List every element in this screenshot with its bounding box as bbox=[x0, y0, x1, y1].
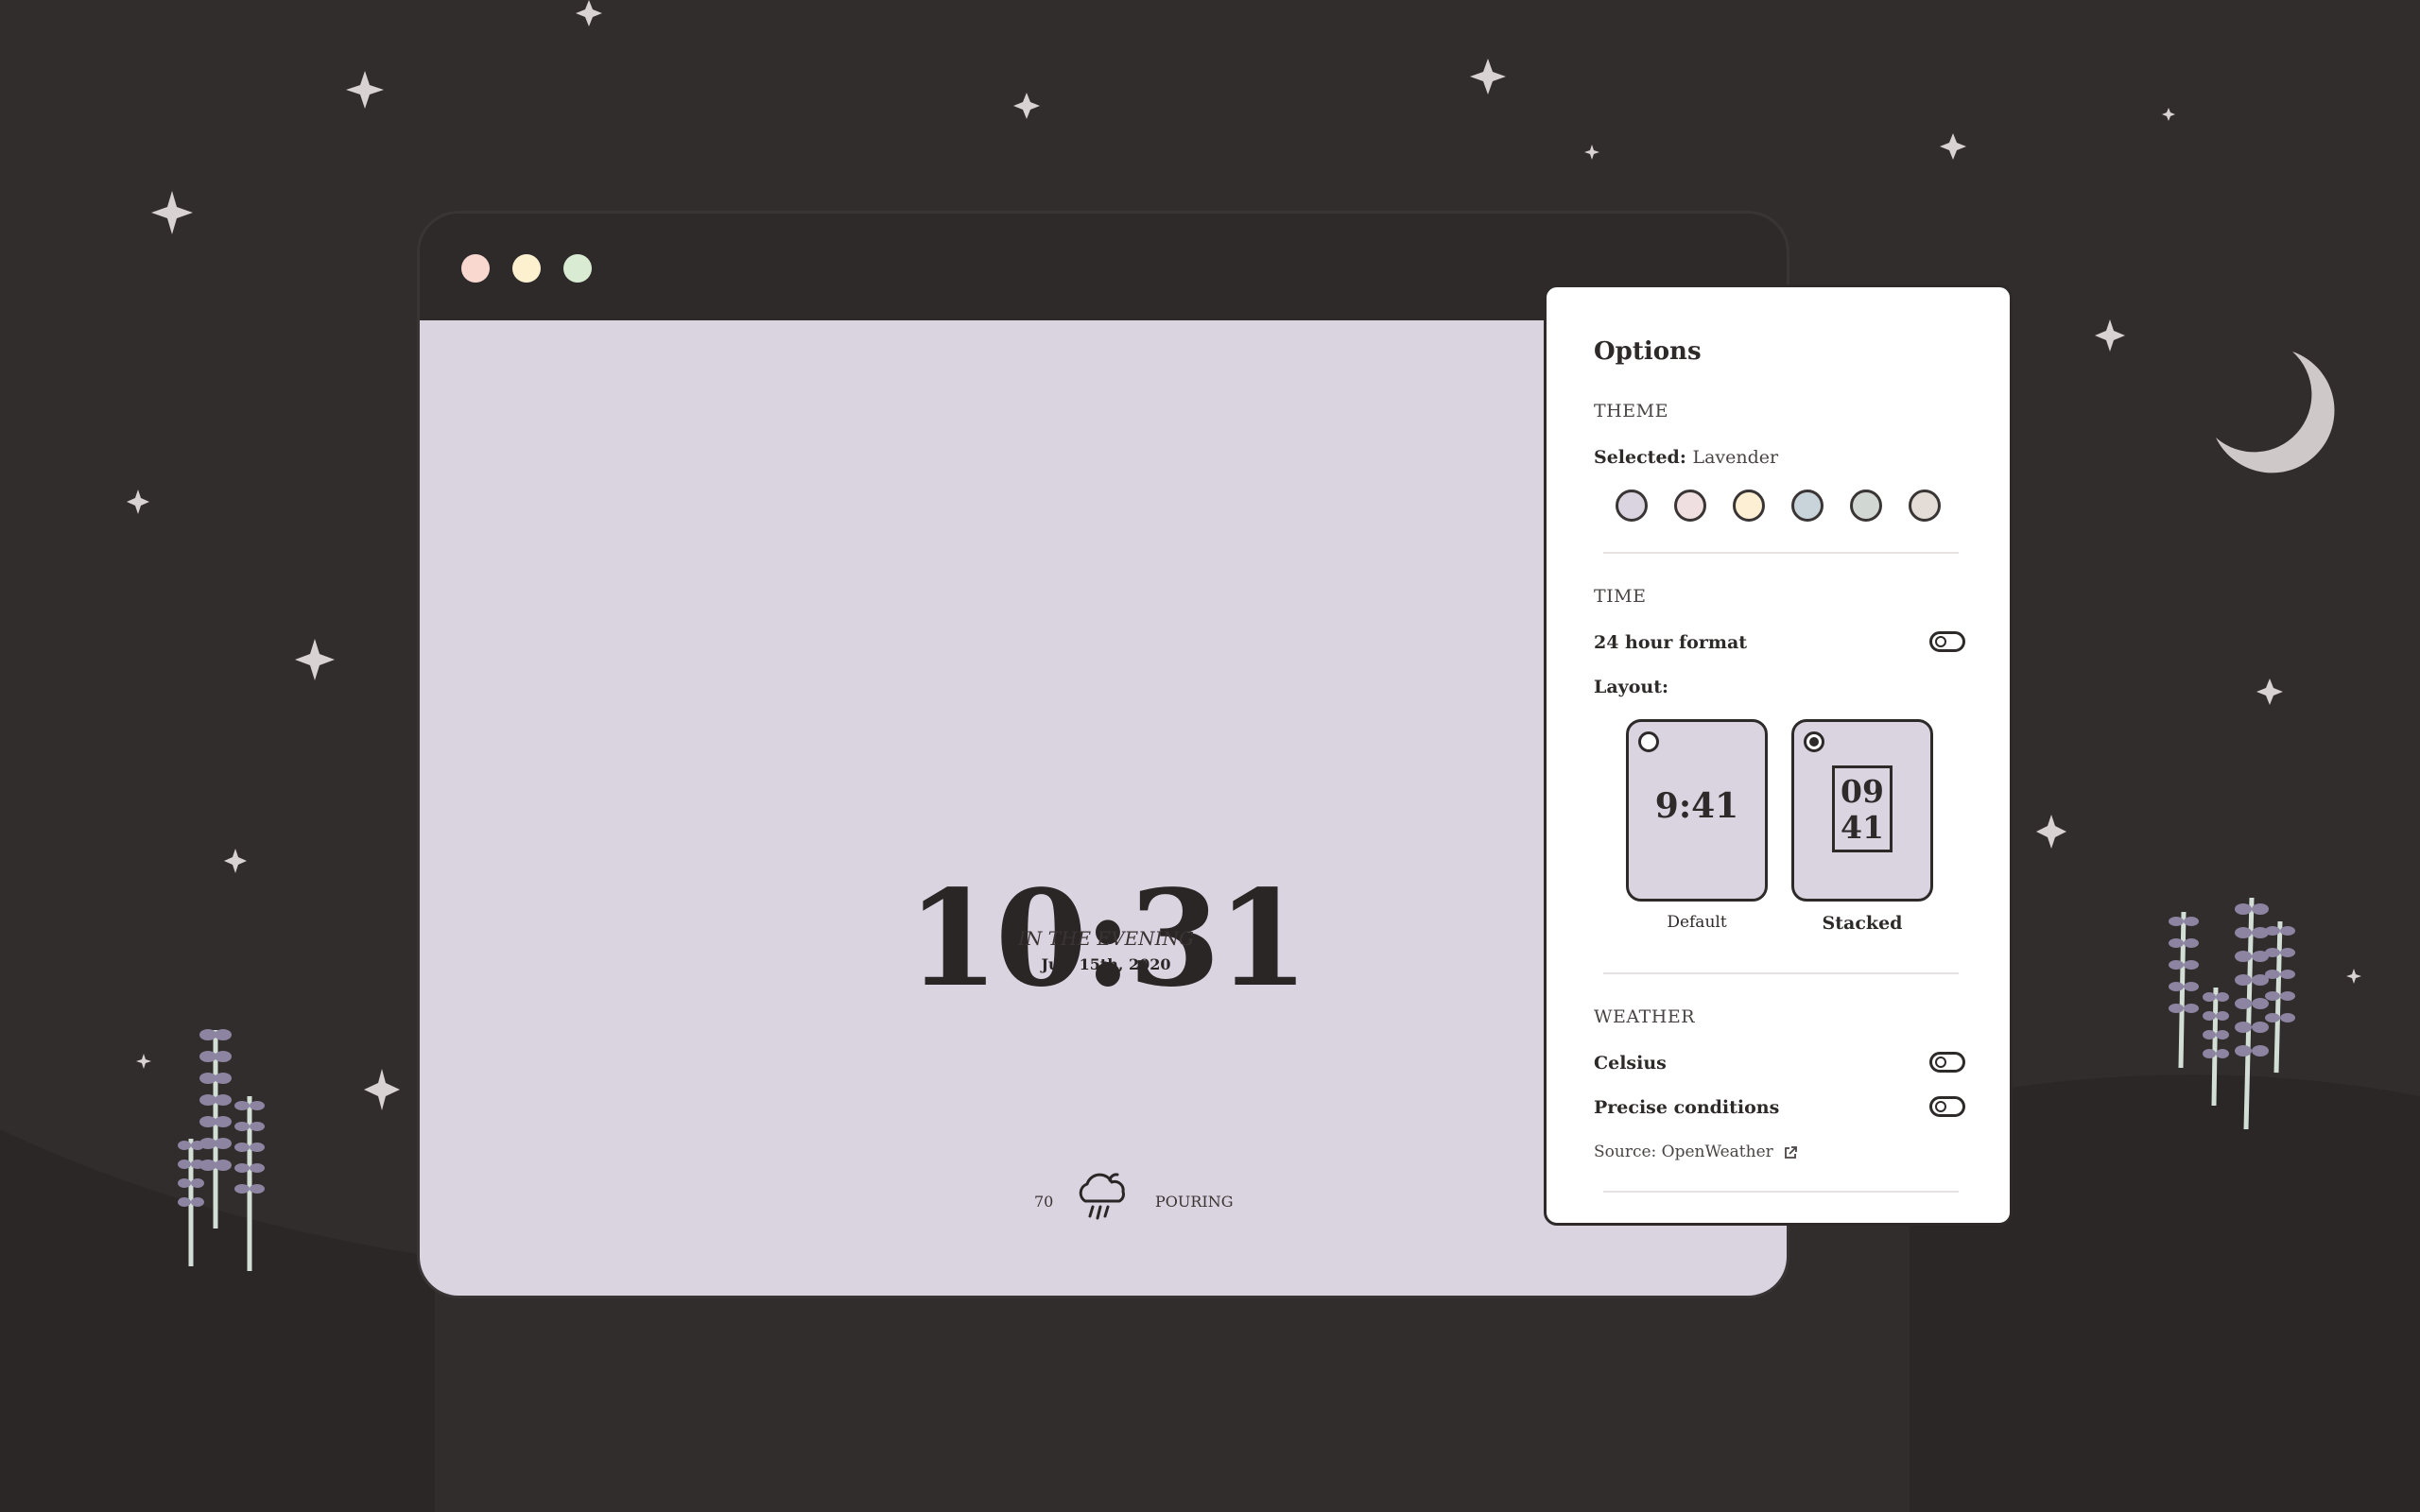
star bbox=[2346, 969, 2361, 984]
options-title: Options bbox=[1594, 337, 1702, 366]
options-panel: Options THEME Selected: Lavender TIME 24… bbox=[1544, 284, 2013, 1226]
celsius-label: Celsius bbox=[1594, 1053, 1667, 1074]
precise-conditions-label: Precise conditions bbox=[1594, 1097, 1780, 1118]
weather-source: Source: OpenWeather bbox=[1594, 1143, 1798, 1161]
24-hour-format-label: 24 hour format bbox=[1594, 632, 1748, 653]
divider bbox=[1603, 972, 1959, 974]
star bbox=[2256, 679, 2283, 705]
divider bbox=[1603, 552, 1959, 554]
star bbox=[127, 490, 149, 514]
theme-selected-label: Selected bbox=[1594, 447, 1680, 468]
source-link[interactable]: OpenWeather bbox=[1662, 1143, 1773, 1161]
minimize-button[interactable] bbox=[512, 254, 541, 283]
theme-selected: Selected: Lavender bbox=[1594, 447, 1778, 468]
star bbox=[1940, 133, 1966, 160]
star bbox=[364, 1069, 400, 1110]
weather-condition: POURING bbox=[1155, 1193, 1234, 1211]
star bbox=[136, 1054, 151, 1069]
star bbox=[1470, 59, 1506, 94]
source-prefix: Source: bbox=[1594, 1143, 1657, 1161]
rain-cloud-icon bbox=[1079, 1173, 1125, 1220]
precise-conditions-toggle[interactable] bbox=[1929, 1096, 1965, 1117]
stacked-hours: 09 bbox=[1841, 773, 1884, 810]
star bbox=[151, 191, 193, 234]
theme-swatch[interactable] bbox=[1733, 490, 1765, 522]
divider bbox=[1603, 1191, 1959, 1193]
theme-selected-separator: : bbox=[1679, 447, 1686, 468]
star bbox=[295, 639, 335, 680]
theme-swatch[interactable] bbox=[1850, 490, 1882, 522]
celsius-toggle[interactable] bbox=[1929, 1052, 1965, 1073]
theme-section-label: THEME bbox=[1594, 401, 1668, 421]
maximize-button[interactable] bbox=[563, 254, 592, 283]
layout-stacked-radio[interactable] bbox=[1804, 731, 1824, 752]
layout-label: Layout: bbox=[1594, 677, 1668, 697]
star bbox=[1584, 145, 1599, 160]
theme-swatch[interactable] bbox=[1616, 490, 1648, 522]
star bbox=[2162, 108, 2175, 121]
star bbox=[576, 0, 602, 26]
layout-default-option[interactable]: 9:41 bbox=[1626, 719, 1768, 902]
stacked-minutes: 41 bbox=[1841, 809, 1884, 846]
layout-stacked-option[interactable]: 09 41 bbox=[1791, 719, 1933, 902]
weather-section-label: WEATHER bbox=[1594, 1006, 1695, 1027]
star bbox=[346, 71, 384, 109]
layout-default-radio[interactable] bbox=[1638, 731, 1659, 752]
toggle-knob bbox=[1935, 1101, 1946, 1112]
24-hour-format-toggle[interactable] bbox=[1929, 631, 1965, 652]
theme-swatch[interactable] bbox=[1674, 490, 1706, 522]
close-button[interactable] bbox=[461, 254, 490, 283]
toggle-knob bbox=[1935, 1057, 1946, 1068]
layout-default-caption: Default bbox=[1667, 913, 1727, 932]
star bbox=[2036, 815, 2066, 849]
time-section-label: TIME bbox=[1594, 586, 1647, 607]
star bbox=[2095, 319, 2125, 352]
external-link-icon[interactable] bbox=[1784, 1145, 1798, 1160]
theme-swatch[interactable] bbox=[1791, 490, 1824, 522]
theme-selected-value: Lavender bbox=[1692, 447, 1779, 468]
theme-swatch[interactable] bbox=[1909, 490, 1941, 522]
weather-temperature: 70 bbox=[1034, 1193, 1054, 1211]
layout-default-preview: 9:41 bbox=[1654, 786, 1739, 826]
star bbox=[224, 849, 247, 873]
star bbox=[1013, 93, 1040, 119]
crescent-moon bbox=[2216, 352, 2335, 473]
layout-stacked-caption: Stacked bbox=[1822, 913, 1903, 934]
layout-stacked-preview: 09 41 bbox=[1832, 765, 1893, 852]
toggle-knob bbox=[1935, 636, 1946, 647]
